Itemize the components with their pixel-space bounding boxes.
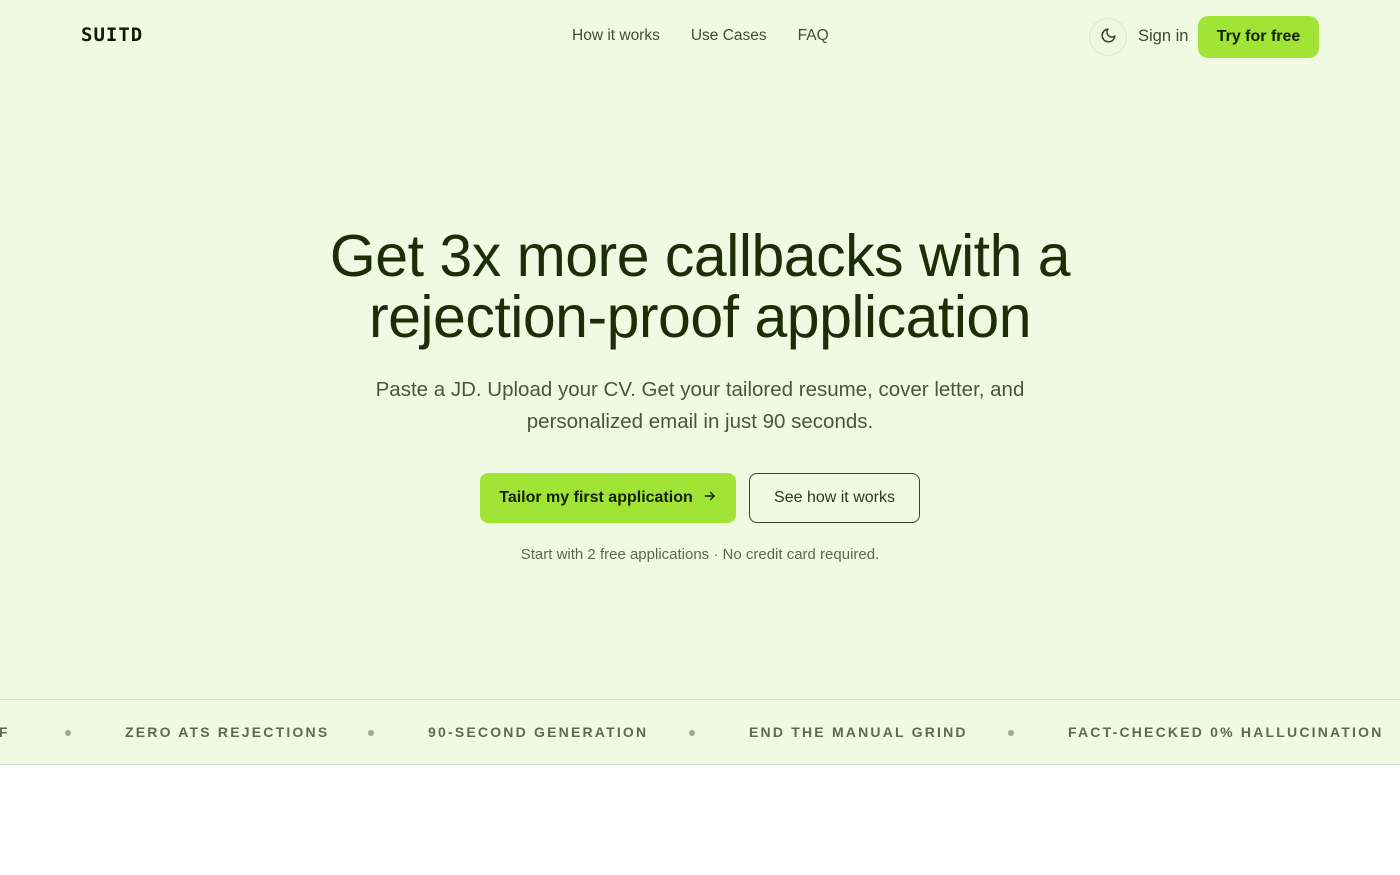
marquee-item: END THE MANUAL GRIND: [749, 724, 968, 740]
theme-toggle-button[interactable]: [1089, 18, 1127, 56]
moon-icon: [1100, 27, 1117, 47]
marquee-item-partial: F: [0, 724, 10, 740]
nav-use-cases[interactable]: Use Cases: [691, 27, 767, 45]
subhead-line-1: Paste a JD. Upload your CV. Get your tai…: [375, 378, 1025, 401]
headline-line-2: rejection-proof application: [368, 284, 1032, 350]
marquee-item: ZERO ATS REJECTIONS: [125, 724, 330, 740]
feature-marquee: F ZERO ATS REJECTIONS 90-SECOND GENERATI…: [0, 699, 1400, 765]
main-nav: How it works Use Cases FAQ: [572, 27, 829, 45]
tailor-application-label: Tailor my first application: [499, 489, 693, 506]
arrow-right-icon: [703, 489, 717, 508]
marquee-dot: [689, 730, 695, 736]
marquee-item: 90-SECOND GENERATION: [428, 724, 649, 740]
subhead-line-2: personalized email in just 90 seconds.: [526, 410, 874, 433]
marquee-dot: [65, 730, 71, 736]
hero-headline: Get 3x more callbacks with a rejection-p…: [200, 226, 1200, 348]
marquee-item: FACT-CHECKED 0% HALLUCINATION: [1068, 724, 1384, 740]
nav-faq[interactable]: FAQ: [798, 27, 829, 45]
hero-subheading: Paste a JD. Upload your CV. Get your tai…: [330, 374, 1070, 438]
marquee-dot: [368, 730, 374, 736]
logo[interactable]: SUITD: [81, 24, 143, 46]
nav-how-it-works[interactable]: How it works: [572, 27, 660, 45]
site-header: SUITD How it works Use Cases FAQ Sign in…: [0, 0, 1400, 74]
marquee-dot: [1008, 730, 1014, 736]
try-for-free-button[interactable]: Try for free: [1198, 16, 1319, 58]
headline-line-1: Get 3x more callbacks with a: [329, 223, 1071, 289]
tailor-application-button[interactable]: Tailor my first application: [480, 473, 736, 523]
free-trial-note: Start with 2 free applications · No cred…: [520, 546, 880, 563]
sign-in-link[interactable]: Sign in: [1138, 27, 1188, 46]
see-how-it-works-button[interactable]: See how it works: [749, 473, 920, 523]
